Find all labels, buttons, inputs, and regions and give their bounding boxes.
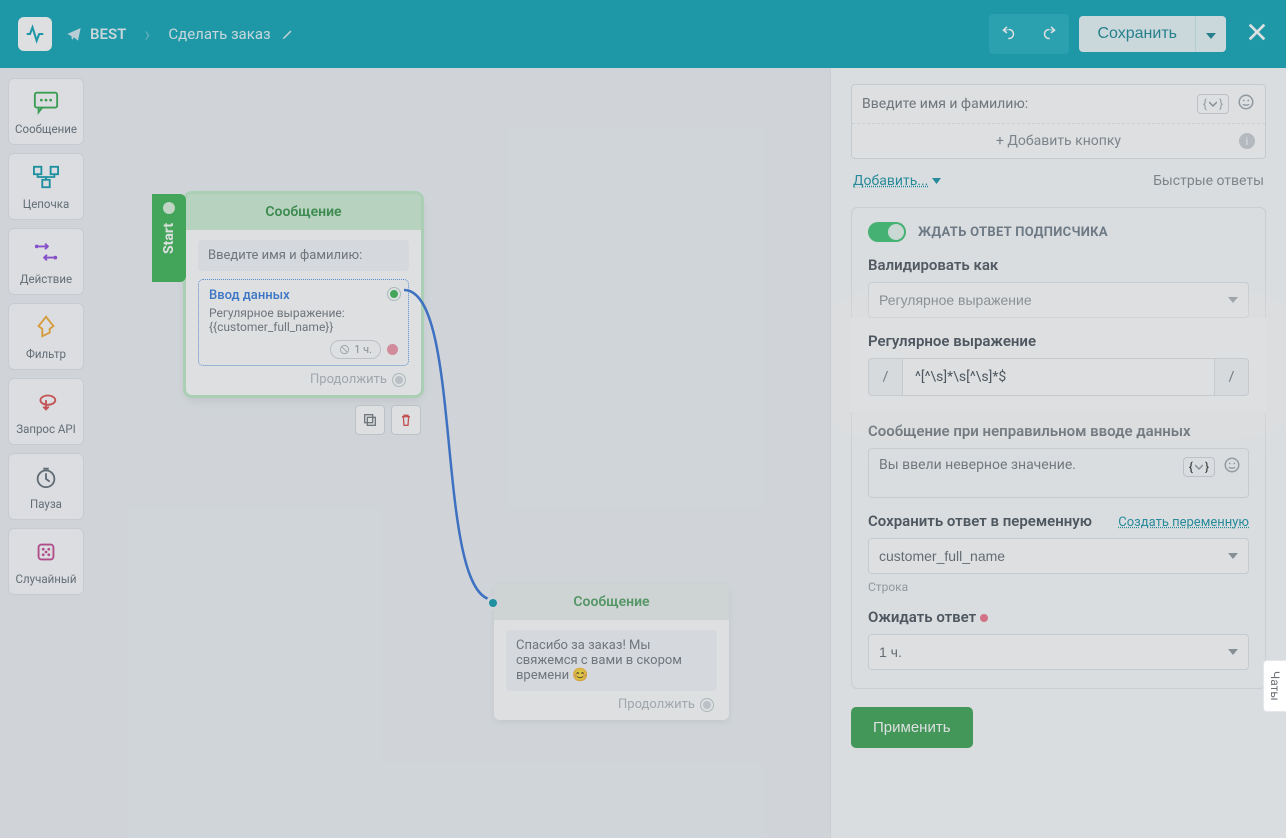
apply-button[interactable]: Применить	[851, 707, 973, 748]
bot-name[interactable]: BEST	[90, 25, 126, 43]
input-port[interactable]	[486, 596, 500, 610]
tool-label: Фильтр	[13, 347, 79, 361]
node-text: Введите имя и фамилию:	[198, 240, 409, 271]
node-title: Сообщение	[494, 584, 729, 620]
quick-replies-button[interactable]: Быстрые ответы	[1153, 173, 1264, 189]
app-logo[interactable]	[18, 17, 52, 51]
emoji-icon[interactable]	[1223, 456, 1241, 478]
wait-answer-select[interactable]: 1 ч.	[868, 634, 1249, 670]
wait-answer-label: Ожидать ответ	[868, 608, 1249, 626]
regex-input[interactable]	[903, 359, 1214, 395]
tool-action[interactable]: Действие	[8, 228, 84, 295]
tool-label: Пауза	[13, 497, 79, 511]
error-message-label: Сообщение при неправильном вводе данных	[868, 422, 1249, 440]
add-button-row[interactable]: + Добавить кнопку i	[852, 123, 1265, 158]
redo-button[interactable]	[1029, 14, 1069, 54]
flow-canvas[interactable]: Start Сообщение Введите имя и фамилию: В…	[92, 68, 830, 838]
tool-chain[interactable]: Цепочка	[8, 153, 84, 220]
save-dropdown-button[interactable]	[1195, 16, 1226, 52]
create-variable-link[interactable]: Создать переменную	[1118, 515, 1249, 530]
tool-label: Сообщение	[13, 122, 79, 136]
output-port-continue[interactable]	[701, 699, 713, 711]
close-icon	[1246, 21, 1268, 43]
message-text-input[interactable]: Введите имя и фамилию:	[862, 96, 1189, 112]
close-button[interactable]	[1246, 21, 1268, 47]
start-tag: Start	[152, 194, 186, 282]
output-port-timeout[interactable]	[387, 344, 398, 355]
continue-label: Продолжить	[618, 697, 695, 712]
tool-message[interactable]: Сообщение	[8, 78, 84, 145]
breadcrumb-chevron: ›	[144, 22, 150, 46]
wait-response-toggle[interactable]	[868, 222, 906, 242]
regex-delim-close: /	[1214, 359, 1248, 395]
copy-node-button[interactable]	[355, 405, 385, 435]
validate-as-label: Валидировать как	[868, 256, 1249, 274]
undo-button[interactable]	[989, 14, 1029, 54]
continue-label: Продолжить	[310, 372, 387, 387]
tool-label: Запрос API	[13, 422, 79, 436]
save-button[interactable]: Сохранить	[1079, 16, 1195, 52]
tool-label: Случайный	[13, 572, 79, 586]
chats-tab[interactable]: Чаты	[1263, 660, 1286, 712]
save-variable-select[interactable]: customer_full_name	[868, 538, 1249, 574]
add-element-link[interactable]: Добавить...	[853, 173, 941, 189]
insert-variable-button[interactable]: {}	[1183, 457, 1215, 477]
output-port-valid[interactable]	[388, 288, 400, 300]
wait-response-label: ЖДАТЬ ОТВЕТ ПОДПИСЧИКА	[918, 225, 1108, 240]
delete-node-button[interactable]	[391, 405, 421, 435]
pencil-icon[interactable]	[281, 27, 295, 41]
telegram-icon	[66, 26, 82, 42]
tool-api[interactable]: Запрос API	[8, 378, 84, 445]
tool-random[interactable]: Случайный	[8, 528, 84, 595]
regex-delim-open: /	[869, 359, 903, 395]
validate-as-select[interactable]: Регулярное выражение	[868, 282, 1249, 318]
var-type-hint: Строка	[868, 580, 1249, 594]
info-icon[interactable]: i	[1239, 133, 1255, 149]
flow-title: Сделать заказ	[168, 25, 270, 43]
node-message-2[interactable]: Сообщение Спасибо за заказ! Мы свяжемся …	[494, 584, 729, 720]
tool-pause[interactable]: Пауза	[8, 453, 84, 520]
node-text: Спасибо за заказ! Мы свяжемся с вами в с…	[506, 630, 717, 691]
insert-variable-button[interactable]: {}	[1197, 94, 1229, 114]
timer-chip: 1 ч.	[330, 340, 381, 359]
tool-label: Цепочка	[13, 197, 79, 211]
output-port-continue[interactable]	[393, 374, 405, 386]
save-var-label: Сохранить ответ в переменную	[868, 512, 1092, 530]
node-title: Сообщение	[186, 194, 421, 230]
emoji-icon[interactable]	[1237, 93, 1255, 115]
node-message-1[interactable]: Start Сообщение Введите имя и фамилию: В…	[186, 194, 421, 395]
regex-label: Регулярное выражение	[868, 332, 1249, 350]
tool-filter[interactable]: Фильтр	[8, 303, 84, 370]
tool-label: Действие	[13, 272, 79, 286]
node-data-entry[interactable]: Ввод данных Регулярное выражение: {{cust…	[198, 279, 409, 366]
